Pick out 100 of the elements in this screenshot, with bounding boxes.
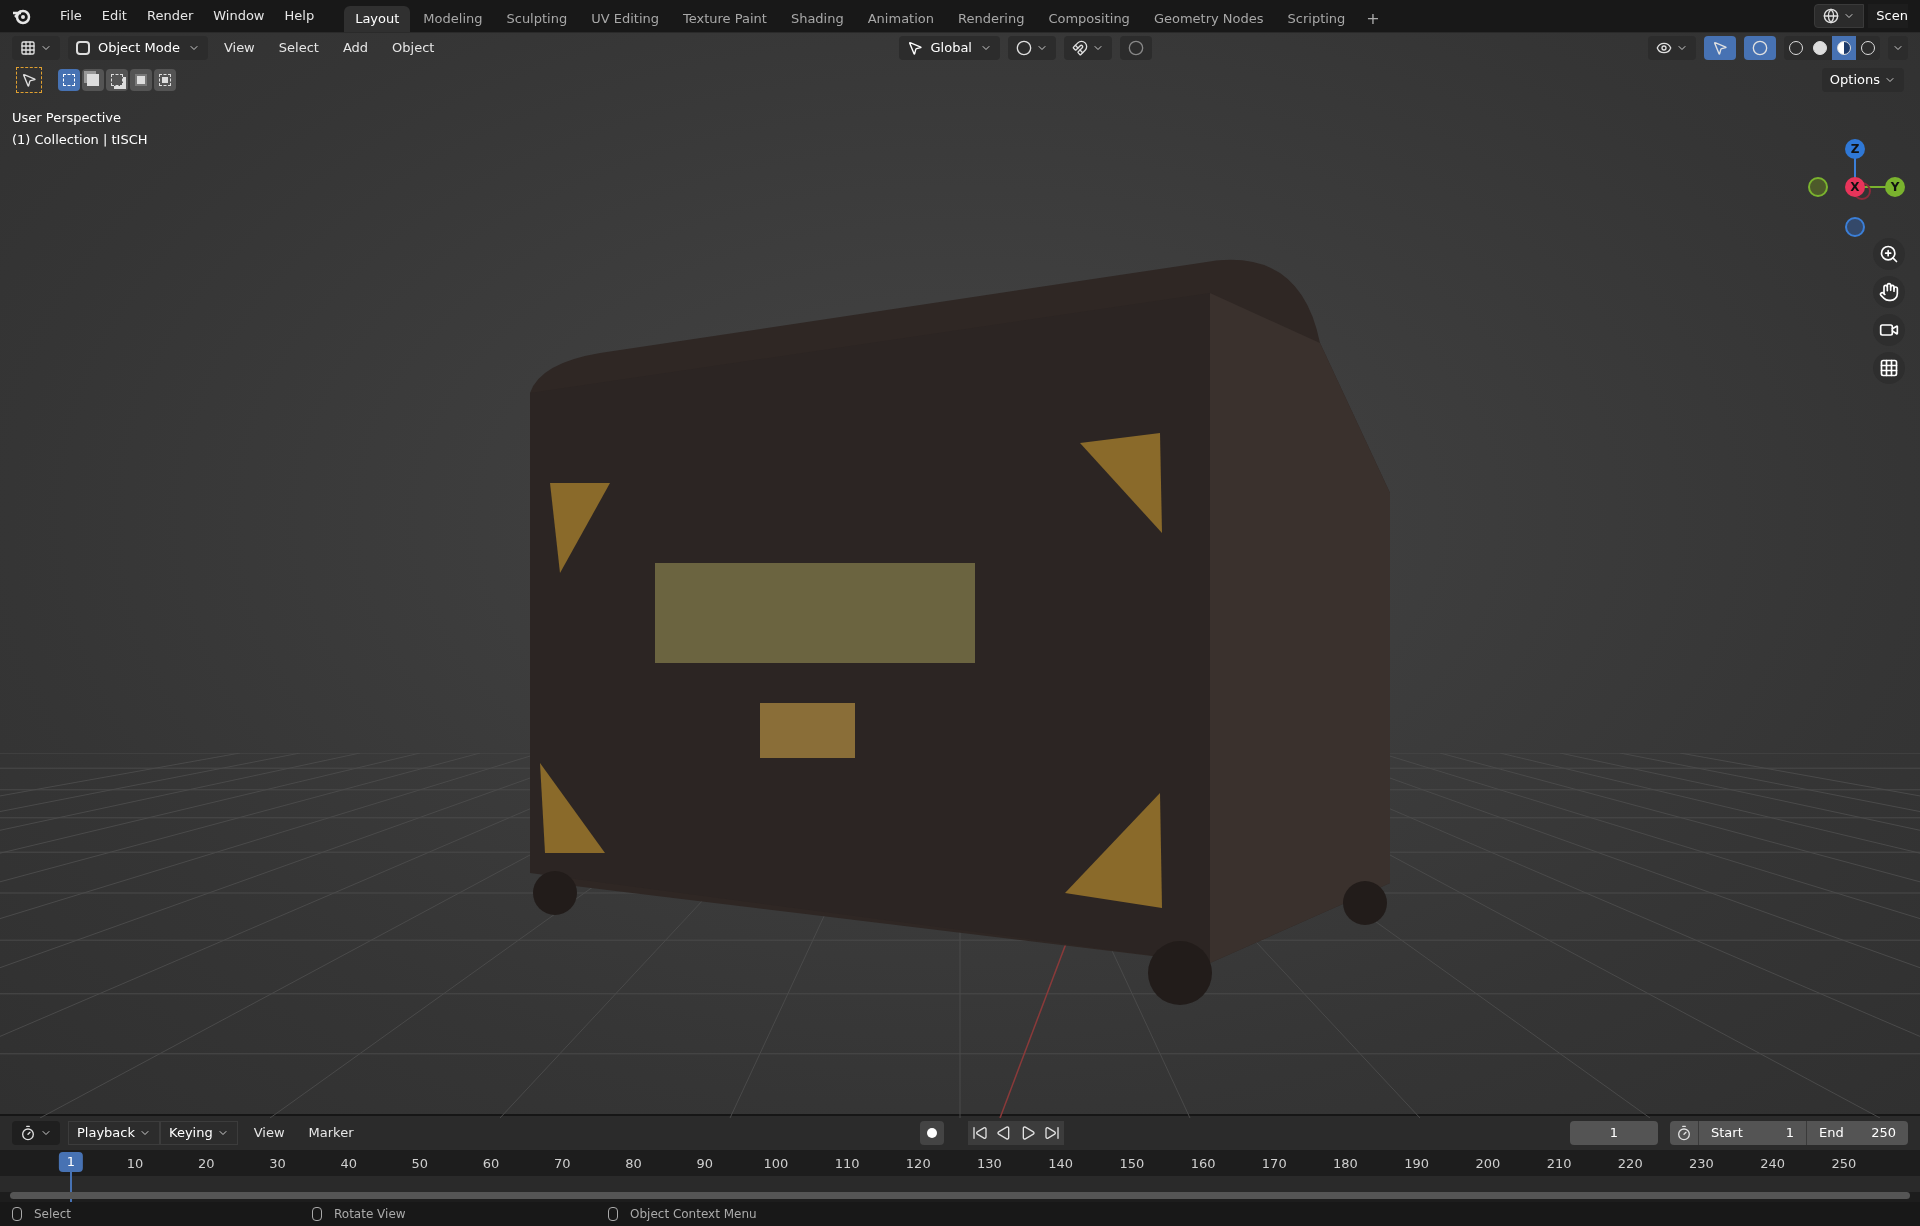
add-workspace-button[interactable]: + [1358, 6, 1388, 32]
select-mode-button[interactable] [82, 69, 104, 91]
select-mode-button[interactable] [154, 69, 176, 91]
logo-icon[interactable] [12, 7, 32, 25]
menu-item[interactable]: Object [384, 38, 443, 58]
workspace-tab[interactable]: Layout [344, 6, 411, 32]
start-frame-field[interactable]: Start 1 [1698, 1121, 1806, 1145]
select-tool-button[interactable] [16, 67, 42, 93]
overlay-toggle[interactable] [1744, 36, 1776, 60]
playhead[interactable]: 1 [58, 1152, 84, 1172]
frame-tick-label: 230 [1689, 1155, 1714, 1173]
play-icon [1020, 1125, 1036, 1141]
zoom-button[interactable] [1873, 238, 1905, 270]
gizmo-toggle[interactable] [1704, 36, 1736, 60]
workspace-tab[interactable]: Shading [779, 6, 855, 32]
timeline-dropdown[interactable]: Keying [160, 1121, 238, 1145]
frame-tick-label: 120 [905, 1155, 931, 1173]
frame-tick-label: 90 [696, 1155, 713, 1173]
menu-item[interactable]: Add [334, 38, 377, 58]
mouse-icon [12, 1207, 22, 1221]
frame-tick-label: 50 [411, 1155, 429, 1173]
stopwatch-icon [1676, 1125, 1692, 1141]
clock-icon [20, 1125, 36, 1141]
frame-tick-label: 30 [269, 1155, 286, 1173]
play-left-icon [996, 1125, 1012, 1141]
shading-mode-button[interactable] [1784, 36, 1808, 60]
hand-icon [1879, 282, 1899, 302]
visibility-button[interactable] [1648, 36, 1696, 60]
frame-tick-label: 100 [763, 1155, 789, 1173]
preview-range-button[interactable] [1670, 1121, 1698, 1145]
snap-button[interactable] [1064, 36, 1112, 60]
mouse-icon [608, 1207, 618, 1221]
select-mode-button[interactable] [106, 69, 128, 91]
editor-type-button[interactable] [12, 36, 60, 60]
status-hint: Rotate View [334, 1206, 406, 1223]
workspace-tab[interactable]: Animation [856, 6, 945, 32]
menu-item[interactable]: File [52, 2, 90, 30]
select-mode-button[interactable] [130, 69, 152, 91]
grid-icon [1879, 358, 1899, 378]
frame-tick-label: 210 [1546, 1155, 1572, 1173]
jump-start-button[interactable] [968, 1121, 992, 1145]
frame-tick-label: 80 [625, 1155, 642, 1173]
frame-tick-label: 60 [482, 1155, 500, 1173]
menu-item[interactable]: Render [138, 2, 202, 30]
proportional-edit-button[interactable] [1120, 36, 1152, 60]
axis-gizmo-drawing[interactable]: Z X Y [1800, 137, 1910, 237]
workspace-tab[interactable]: Scripting [1276, 6, 1357, 32]
timeline-dropdown[interactable]: Playback [68, 1121, 160, 1145]
menu-item[interactable]: Select [270, 38, 327, 58]
select-mode-button[interactable] [58, 69, 80, 91]
scene-selector-button[interactable] [1814, 4, 1865, 28]
orientation-dropdown[interactable]: Global [898, 36, 1000, 60]
scene-icon [1823, 8, 1840, 24]
shading-mode-button[interactable] [1856, 36, 1880, 60]
timeline-track[interactable] [0, 1176, 1920, 1192]
workspace-tab[interactable]: Compositing [1037, 6, 1141, 32]
frame-tick-label: 140 [1048, 1155, 1074, 1173]
current-frame-field[interactable]: 1 [1570, 1121, 1658, 1145]
shading-mode-button[interactable] [1832, 36, 1856, 60]
end-frame-field[interactable]: End 250 [1806, 1121, 1908, 1145]
dot-circle-icon [1128, 40, 1144, 56]
menu-item[interactable]: Window [205, 2, 273, 30]
menu-item[interactable]: View [245, 1123, 293, 1143]
menu-item[interactable]: Marker [300, 1123, 362, 1143]
frame-tick-label: 70 [554, 1155, 571, 1173]
menu-item[interactable]: Help [276, 2, 323, 30]
mouse-icon [312, 1207, 322, 1221]
editor-type-button[interactable] [12, 1121, 60, 1145]
status-hint: Object Context Menu [630, 1206, 757, 1223]
overlay-icon [1752, 40, 1768, 56]
jump-end-button[interactable] [1040, 1121, 1064, 1145]
frame-tick-label: 10 [126, 1155, 144, 1173]
pivot-icon [1016, 40, 1032, 56]
pan-button[interactable] [1873, 276, 1905, 308]
scrollbar[interactable] [10, 1192, 1910, 1199]
workspace-tab[interactable]: Geometry Nodes [1142, 6, 1275, 32]
workspace-tab[interactable]: Texture Paint [672, 6, 778, 32]
workspace-tab[interactable]: Rendering [947, 6, 1036, 32]
shading-dropdown[interactable] [1888, 36, 1908, 60]
mode-dropdown[interactable]: Object Mode [68, 36, 208, 60]
frame-tick-label: 200 [1475, 1155, 1501, 1173]
record-button[interactable] [920, 1121, 944, 1145]
workspace-tab[interactable]: UV Editing [580, 6, 670, 32]
frame-tick-label: 240 [1760, 1155, 1786, 1173]
workspace-tab[interactable]: Modeling [412, 6, 494, 32]
viewport-info-text: (1) Collection | tISCH [12, 131, 148, 149]
camera-button[interactable] [1873, 314, 1905, 346]
scene-name-field[interactable]: Scen [1868, 4, 1908, 28]
pivot-button[interactable] [1008, 36, 1056, 60]
menu-item[interactable]: Edit [93, 2, 135, 30]
menu-item[interactable]: View [215, 38, 263, 58]
perspective-button[interactable] [1873, 352, 1905, 384]
end-value: 250 [1871, 1124, 1896, 1143]
frame-tick-label: 40 [340, 1155, 357, 1173]
cursor-icon [21, 72, 37, 88]
frame-tick-label: 180 [1333, 1155, 1358, 1173]
workspace-tab[interactable]: Sculpting [495, 6, 579, 32]
object-icon [76, 41, 90, 55]
options-dropdown[interactable]: Options [1821, 68, 1904, 92]
shading-mode-button[interactable] [1808, 36, 1832, 60]
